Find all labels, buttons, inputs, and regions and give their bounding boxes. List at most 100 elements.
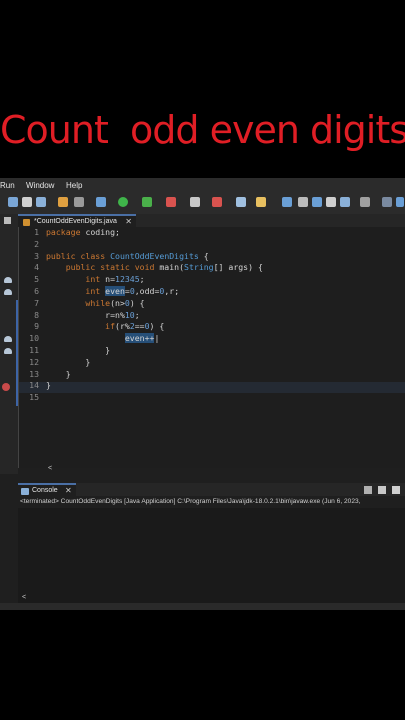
overflow-icon[interactable] bbox=[396, 197, 404, 207]
minimize-icon[interactable] bbox=[4, 217, 11, 224]
line-number: 13 bbox=[29, 368, 39, 379]
close-icon[interactable]: ✕ bbox=[65, 486, 72, 495]
code-token: r=n% bbox=[46, 309, 125, 320]
code-line[interactable]: public class CountOddEvenDigits { bbox=[46, 251, 209, 261]
debug-icon[interactable] bbox=[96, 197, 106, 207]
format-icon[interactable] bbox=[298, 197, 308, 207]
code-token: main( bbox=[159, 262, 185, 273]
scroll-left-icon[interactable]: < bbox=[48, 465, 52, 472]
editor-horizontal-scrollbar[interactable]: < bbox=[18, 465, 405, 474]
code-token: 10 bbox=[124, 309, 135, 320]
line-number: 7 bbox=[34, 297, 39, 308]
open-type-icon[interactable] bbox=[236, 197, 246, 207]
remove-launch-icon[interactable] bbox=[378, 486, 386, 494]
menu-run[interactable]: Run bbox=[0, 181, 15, 190]
toggle-icon[interactable] bbox=[282, 197, 292, 207]
external-tools-icon[interactable] bbox=[166, 197, 176, 207]
run-config-icon[interactable] bbox=[142, 197, 152, 207]
code-line[interactable]: int n=12345; bbox=[46, 274, 144, 285]
run-icon[interactable] bbox=[118, 197, 128, 207]
block-icon[interactable] bbox=[312, 197, 322, 207]
nav-icon[interactable] bbox=[360, 197, 370, 207]
new-package-icon[interactable] bbox=[212, 197, 222, 207]
bookmark-icon bbox=[4, 336, 12, 342]
code-token: even++ bbox=[124, 333, 155, 344]
code-token: ) { bbox=[129, 297, 145, 308]
code-token: (r% bbox=[115, 321, 130, 332]
editor-tab-bar: *CountOddEvenDigits.java ✕ bbox=[0, 214, 405, 229]
tool-icon[interactable] bbox=[74, 197, 84, 207]
code-token: String bbox=[184, 262, 214, 273]
line-number: 6 bbox=[34, 286, 39, 296]
code-line[interactable]: even++| bbox=[46, 333, 160, 344]
code-token: public static void bbox=[46, 262, 160, 273]
code-token: } bbox=[46, 345, 111, 355]
line-number: 15 bbox=[29, 392, 39, 403]
settings-icon[interactable] bbox=[36, 197, 46, 207]
close-icon[interactable]: ✕ bbox=[125, 217, 132, 226]
code-token: CountOddEvenDigits bbox=[110, 250, 199, 261]
code-token: | bbox=[154, 333, 160, 344]
status-bar bbox=[0, 603, 405, 610]
code-line[interactable]: int even=0,odd=0,r; bbox=[46, 286, 179, 296]
code-token: } bbox=[46, 368, 71, 379]
code-token: ,r; bbox=[164, 286, 180, 296]
code-token: } bbox=[46, 356, 91, 367]
new-class-icon[interactable] bbox=[190, 197, 200, 207]
code-line[interactable]: } bbox=[46, 369, 71, 379]
error-marker-icon[interactable] bbox=[2, 383, 10, 391]
line-number: 3 bbox=[34, 250, 39, 261]
save-icon[interactable] bbox=[22, 197, 32, 207]
console-tab-bar: Console ✕ bbox=[18, 483, 405, 498]
code-token: 12345 bbox=[115, 274, 140, 285]
next-annotation-icon[interactable] bbox=[382, 197, 392, 207]
console-tab-label: Console bbox=[32, 487, 58, 494]
code-token: == bbox=[134, 321, 145, 332]
tab-console[interactable]: Console ✕ bbox=[18, 483, 76, 498]
terminate-icon[interactable] bbox=[364, 486, 372, 494]
code-line[interactable]: r=n%10; bbox=[46, 310, 140, 320]
code-token: ,odd= bbox=[134, 286, 160, 296]
code-token: (n> bbox=[110, 297, 125, 308]
code-line[interactable]: } bbox=[46, 380, 51, 390]
code-line[interactable]: if(r%2==0) { bbox=[46, 321, 164, 331]
code-token: ) { bbox=[149, 321, 165, 332]
line-number: 8 bbox=[34, 309, 39, 320]
console-output[interactable]: < bbox=[18, 508, 405, 603]
menu-help[interactable]: Help bbox=[66, 181, 82, 190]
code-token: public class bbox=[46, 250, 111, 261]
code-token: package bbox=[46, 227, 81, 237]
scroll-left-icon[interactable]: < bbox=[22, 594, 26, 601]
bookmark-icon bbox=[4, 289, 12, 295]
document-icon[interactable] bbox=[326, 197, 336, 207]
code-line[interactable]: } bbox=[46, 345, 110, 355]
code-editor[interactable]: 1 package coding; 2 3 public class CountOddE… bbox=[18, 227, 405, 474]
left-gutter bbox=[0, 227, 19, 474]
line-number: 12 bbox=[29, 356, 39, 367]
code-line[interactable]: package coding; bbox=[46, 227, 120, 237]
menu-window[interactable]: Window bbox=[26, 181, 54, 190]
code-token: int bbox=[46, 274, 106, 285]
line-number: 10 bbox=[29, 333, 39, 344]
code-token: int bbox=[46, 286, 106, 296]
code-line[interactable]: } bbox=[46, 357, 90, 367]
line-number: 5 bbox=[34, 274, 39, 285]
code-token: { bbox=[198, 250, 209, 261]
java-file-icon bbox=[23, 219, 30, 226]
pencil-icon[interactable] bbox=[256, 197, 266, 207]
code-token: } bbox=[46, 380, 51, 391]
code-token: even bbox=[105, 286, 125, 296]
console-icon bbox=[21, 488, 29, 495]
clear-console-icon[interactable] bbox=[392, 486, 400, 494]
code-line[interactable]: while(n>0) { bbox=[46, 297, 145, 308]
build-icon[interactable] bbox=[58, 197, 68, 207]
code-area[interactable]: 1 package coding; 2 3 public class CountOddE… bbox=[19, 227, 405, 474]
new-icon[interactable] bbox=[8, 197, 18, 207]
code-line[interactable]: public static void main(String[] args) { bbox=[46, 262, 263, 272]
menu-bar: Run Window Help bbox=[0, 178, 405, 192]
code-token: n= bbox=[105, 274, 116, 285]
code-token: if bbox=[46, 321, 116, 332]
paragraph-icon[interactable] bbox=[340, 197, 350, 207]
line-number: 11 bbox=[29, 345, 39, 355]
